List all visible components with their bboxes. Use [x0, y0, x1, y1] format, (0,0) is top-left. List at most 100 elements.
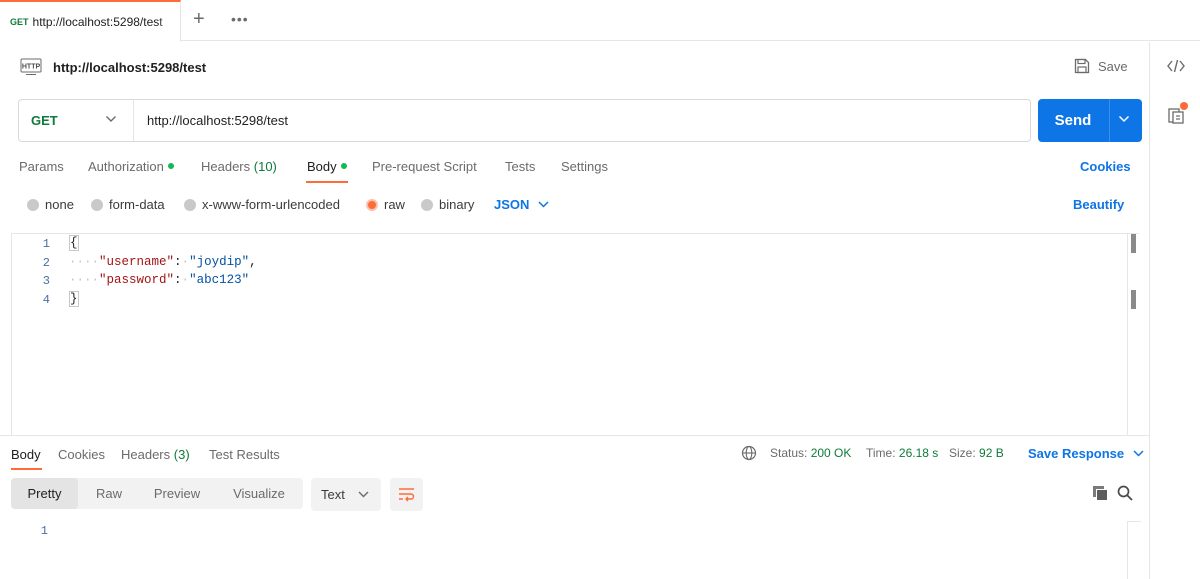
format-value: JSON — [494, 197, 530, 212]
cookies-link[interactable]: Cookies — [1080, 159, 1131, 174]
response-format-value: Text — [321, 487, 345, 502]
open-brace: { — [69, 235, 79, 251]
line-number: 2 — [42, 256, 50, 270]
radio-raw-label: raw — [384, 197, 405, 212]
tab-body-label: Body — [307, 159, 337, 174]
url-input[interactable]: http://localhost:5298/test — [147, 113, 288, 128]
send-label: Send — [1054, 112, 1092, 129]
body-type-options: none form-data x-www-form-urlencoded raw… — [0, 192, 1149, 216]
new-tab-icon[interactable]: + — [193, 9, 205, 29]
resp-tab-headers-label: Headers — [121, 447, 171, 462]
view-raw[interactable]: Raw — [85, 478, 133, 509]
view-preview[interactable]: Preview — [145, 478, 209, 509]
code-icon[interactable] — [1167, 59, 1185, 73]
tab-url: http://localhost:5298/test — [32, 15, 163, 29]
response-line-number: 1 — [40, 524, 48, 538]
editor-scrollbar-thumb[interactable] — [1131, 290, 1136, 309]
chevron-down-icon — [1133, 450, 1144, 457]
search-icon[interactable] — [1117, 485, 1133, 501]
response-format-dropdown[interactable]: Text — [311, 478, 381, 511]
radio-urlencoded-label: x-www-form-urlencoded — [202, 197, 340, 212]
radio-none[interactable]: none — [27, 197, 74, 212]
more-tabs-icon[interactable]: ••• — [231, 11, 249, 27]
chevron-down-icon — [106, 116, 116, 122]
response-view-switcher: Pretty Raw Preview Visualize — [11, 478, 303, 509]
request-title[interactable]: http://localhost:5298/test — [53, 60, 206, 75]
radio-form-data-label: form-data — [109, 197, 165, 212]
wrap-lines-button[interactable] — [390, 478, 423, 511]
send-button[interactable]: Send — [1038, 99, 1142, 142]
postman-window: GET http://localhost:5298/test + ••• HTT… — [0, 0, 1200, 579]
save-response-button[interactable]: Save Response — [1028, 446, 1144, 461]
tab-body[interactable]: Body — [307, 159, 347, 174]
json-value: "joydip" — [189, 255, 250, 269]
resp-tab-headers[interactable]: Headers (3) — [121, 447, 190, 462]
size-value: 92 B — [979, 446, 1004, 460]
close-brace: } — [69, 291, 79, 307]
format-dropdown[interactable]: JSON — [494, 197, 549, 212]
wrap-lines-icon — [399, 488, 415, 502]
send-options-chevron-icon[interactable] — [1118, 115, 1130, 123]
body-editor[interactable]: 1 2 3 4 { ····"username":·"joydip", ····… — [11, 233, 1139, 436]
chevron-down-icon — [358, 491, 369, 498]
resp-headers-count: (3) — [173, 447, 190, 462]
code-line: { — [69, 235, 79, 251]
tab-params[interactable]: Params — [19, 159, 64, 174]
radio-urlencoded[interactable]: x-www-form-urlencoded — [184, 197, 340, 212]
response-size[interactable]: Size: 92 B — [949, 446, 1004, 460]
tab-method: GET — [10, 17, 29, 27]
line-number: 1 — [42, 237, 50, 251]
globe-icon[interactable] — [741, 445, 757, 461]
tab-settings[interactable]: Settings — [561, 159, 608, 174]
info-icon[interactable] — [1168, 108, 1184, 124]
chevron-down-icon — [538, 201, 549, 208]
radio-circle — [421, 198, 433, 211]
active-response-tab-underline — [11, 468, 42, 470]
radio-circle — [184, 198, 196, 211]
response-scroll-track — [1127, 521, 1128, 579]
save-button[interactable]: Save — [1074, 58, 1128, 74]
resp-tab-body[interactable]: Body — [11, 447, 41, 462]
tab-fade — [158, 2, 180, 42]
headers-count: (10) — [253, 159, 277, 174]
radio-binary-label: binary — [439, 197, 475, 212]
json-key: "username" — [99, 255, 175, 269]
radio-none-label: none — [45, 197, 74, 212]
method-dropdown[interactable]: GET — [19, 100, 134, 141]
tab-headers[interactable]: Headers (10) — [201, 159, 277, 174]
notification-dot — [1180, 102, 1188, 110]
response-time[interactable]: Time: 26.18 s — [866, 446, 938, 460]
radio-circle — [91, 198, 103, 211]
tab-pre-request-script[interactable]: Pre-request Script — [372, 159, 477, 174]
beautify-button[interactable]: Beautify — [1073, 197, 1124, 212]
editor-scrollbar-top[interactable] — [1131, 234, 1136, 253]
code-line: ····"password":·"abc123" — [69, 273, 250, 287]
json-value: "abc123" — [189, 273, 250, 287]
radio-raw[interactable]: raw — [366, 197, 405, 212]
authorization-indicator — [167, 163, 174, 169]
resp-tab-test-results[interactable]: Test Results — [209, 447, 280, 462]
tab-strip: GET http://localhost:5298/test + ••• — [0, 0, 1200, 42]
save-label: Save — [1098, 58, 1128, 74]
resp-tab-cookies[interactable]: Cookies — [58, 447, 105, 462]
time-label: Time: — [866, 446, 896, 460]
radio-circle — [27, 198, 39, 211]
radio-form-data[interactable]: form-data — [91, 197, 165, 212]
tab-tests[interactable]: Tests — [505, 159, 535, 174]
editor-scroll-track — [1127, 234, 1128, 436]
code-line: ····"username":·"joydip", — [69, 255, 257, 269]
view-pretty[interactable]: Pretty — [11, 478, 78, 509]
view-visualize[interactable]: Visualize — [223, 478, 295, 509]
tab-authorization-label: Authorization — [88, 159, 164, 174]
svg-text:HTTP: HTTP — [22, 64, 41, 71]
body-indicator — [340, 163, 347, 169]
request-tab[interactable]: GET http://localhost:5298/test — [0, 0, 181, 42]
radio-binary[interactable]: binary — [421, 197, 474, 212]
request-tabs: Params Authorization Headers (10) Body P… — [0, 152, 1149, 183]
response-scroll-cap — [1127, 521, 1141, 522]
line-number: 4 — [42, 293, 50, 307]
copy-icon[interactable] — [1092, 485, 1109, 502]
line-number: 3 — [42, 274, 50, 288]
tab-authorization[interactable]: Authorization — [88, 159, 174, 174]
response-status[interactable]: Status: 200 OK — [770, 446, 851, 460]
